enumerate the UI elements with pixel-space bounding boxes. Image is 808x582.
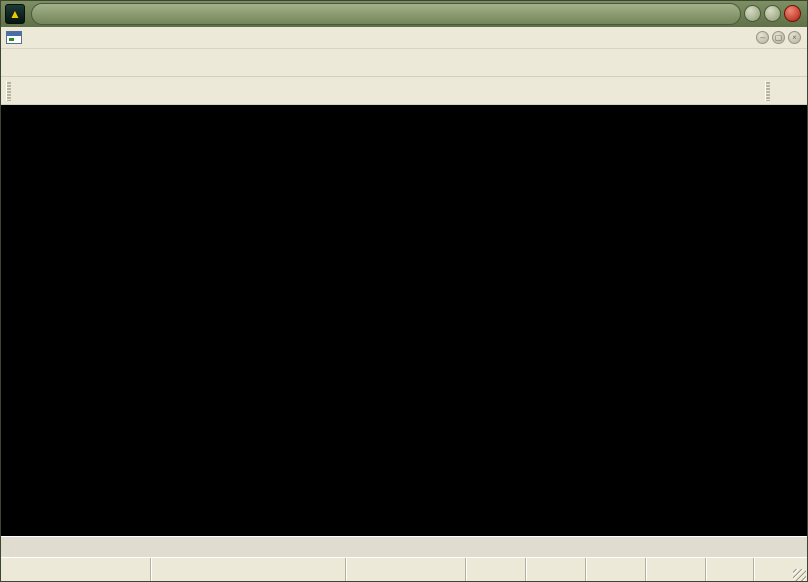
status-profile[interactable] xyxy=(151,558,346,582)
status-help xyxy=(1,558,151,582)
status-high xyxy=(526,558,586,582)
mt4-window: ▲ – ▢ × xyxy=(0,0,808,582)
charts-toolbar xyxy=(1,77,807,105)
status-bar-time xyxy=(346,558,466,582)
resize-grip[interactable] xyxy=(793,569,806,582)
window-title xyxy=(31,3,741,25)
chart-area[interactable] xyxy=(1,105,808,536)
mdi-restore-button[interactable]: ▢ xyxy=(772,31,785,44)
standard-toolbar xyxy=(1,49,807,77)
mdi-window-buttons: – ▢ × xyxy=(753,31,801,44)
menu-bar: – ▢ × xyxy=(1,27,807,49)
status-close xyxy=(646,558,706,582)
chart-tab-bar xyxy=(1,536,807,557)
toolbar-grip[interactable] xyxy=(765,81,770,101)
status-volume xyxy=(706,558,754,582)
title-bar[interactable]: ▲ xyxy=(1,1,807,27)
close-button[interactable] xyxy=(784,5,801,22)
status-bar xyxy=(1,557,807,582)
mdi-close-button[interactable]: × xyxy=(788,31,801,44)
status-low xyxy=(586,558,646,582)
maximize-button[interactable] xyxy=(764,5,781,22)
toolbar-grip[interactable] xyxy=(6,81,11,101)
mdi-minimize-button[interactable]: – xyxy=(756,31,769,44)
price-chart-svg xyxy=(1,105,808,536)
app-logo-icon: ▲ xyxy=(5,4,25,24)
minimize-button[interactable] xyxy=(744,5,761,22)
chart-window-icon[interactable] xyxy=(6,31,22,44)
status-open xyxy=(466,558,526,582)
